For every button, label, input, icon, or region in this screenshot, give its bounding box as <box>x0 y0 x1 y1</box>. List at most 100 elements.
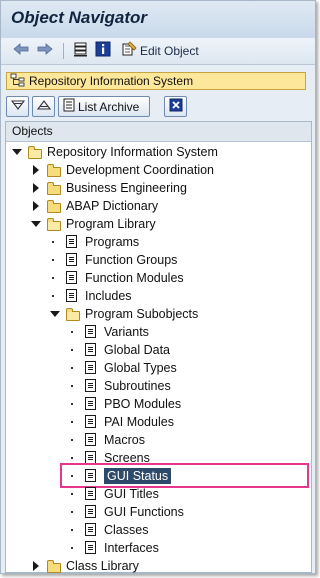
folder-icon <box>47 560 61 573</box>
navigator-button-row: List Archive <box>6 96 187 118</box>
tree-bullet <box>71 367 73 369</box>
collapse-node-icon[interactable] <box>50 311 60 317</box>
expand-all-button[interactable] <box>6 96 29 117</box>
close-button[interactable] <box>164 96 187 117</box>
stack-icon <box>73 41 89 62</box>
tree-node[interactable]: PAI Modules <box>6 413 311 431</box>
tree-node-label: Program Subobjects <box>85 307 199 321</box>
tree-node-label: Interfaces <box>104 541 159 555</box>
expand-node-icon[interactable] <box>33 561 39 571</box>
collapse-subtree-icon <box>36 99 51 114</box>
tree-bullet <box>52 277 54 279</box>
tree-bullet <box>52 241 54 243</box>
info-button[interactable] <box>95 41 111 62</box>
expand-node-icon[interactable] <box>33 201 39 211</box>
tree-bullet <box>71 457 73 459</box>
tree-bullet <box>71 493 73 495</box>
tree-node-label: Subroutines <box>104 379 171 393</box>
arrow-right-icon <box>37 42 53 61</box>
tree-node[interactable]: GUI Functions <box>6 503 311 521</box>
collapse-node-icon[interactable] <box>31 221 41 227</box>
expand-subtree-icon <box>10 99 25 114</box>
list-archive-label: List Archive <box>78 99 140 114</box>
tree-node[interactable]: Global Types <box>6 359 311 377</box>
tree-node[interactable]: PBO Modules <box>6 395 311 413</box>
tree-node-label: Variants <box>104 325 149 339</box>
tree-bullet <box>52 259 54 261</box>
object-navigator-window: Object Navigator Edit Object Repository … <box>0 0 316 574</box>
tree-node[interactable]: Variants <box>6 323 311 341</box>
expand-node-icon[interactable] <box>33 165 39 175</box>
edit-object-label: Edit Object <box>140 44 199 58</box>
tree-node-label: PBO Modules <box>104 397 182 411</box>
tree-bullet <box>71 547 73 549</box>
folder-open-icon <box>28 146 42 159</box>
tree-node[interactable]: Program Subobjects <box>6 305 311 323</box>
close-icon <box>169 98 183 115</box>
tree-node[interactable]: Interfaces <box>6 539 311 557</box>
tree-node[interactable]: Repository Information System <box>6 143 311 161</box>
tree-node-label: Programs <box>85 235 140 249</box>
tree-node[interactable]: GUI Titles <box>6 485 311 503</box>
document-icon <box>85 397 96 410</box>
tree-node[interactable]: Program Library <box>6 215 311 233</box>
window-title: Object Navigator <box>11 8 148 27</box>
list-archive-button[interactable]: List Archive <box>58 96 150 117</box>
document-icon <box>85 541 96 554</box>
tree-node[interactable]: Macros <box>6 431 311 449</box>
hierarchy-button[interactable] <box>73 42 89 60</box>
tree-bullet <box>71 403 73 405</box>
tree-node-label: Business Engineering <box>66 181 187 195</box>
tree-node-label: Class Library <box>66 559 139 573</box>
edit-object-button[interactable]: Edit Object <box>121 40 199 62</box>
document-icon <box>85 433 96 446</box>
collapse-node-icon[interactable] <box>12 149 22 155</box>
document-icon <box>85 415 96 428</box>
edit-object-icon <box>121 40 137 62</box>
folder-open-icon <box>47 218 61 231</box>
tree-node[interactable]: Development Coordination <box>6 161 311 179</box>
tree-column-header: Objects <box>6 122 311 142</box>
tree-node[interactable]: Programs <box>6 233 311 251</box>
tree-node-label: PAI Modules <box>104 415 174 429</box>
tree-bullet <box>71 511 73 513</box>
repository-info-system-label: Repository Information System <box>29 74 194 88</box>
info-icon <box>95 41 111 62</box>
folder-icon <box>47 200 61 213</box>
tree-node-label: Function Groups <box>85 253 178 267</box>
folder-open-icon <box>66 308 80 321</box>
tree-node[interactable]: Includes <box>6 287 311 305</box>
tree-node[interactable]: Classes <box>6 521 311 539</box>
tree-node[interactable]: Business Engineering <box>6 179 311 197</box>
document-icon <box>85 487 96 500</box>
document-icon <box>85 379 96 392</box>
expand-node-icon[interactable] <box>33 183 39 193</box>
document-icon <box>85 343 96 356</box>
tree-bullet <box>71 331 73 333</box>
tree-node[interactable]: Subroutines <box>6 377 311 395</box>
tree-node[interactable]: Function Groups <box>6 251 311 269</box>
tree-node[interactable]: ABAP Dictionary <box>6 197 311 215</box>
back-button[interactable] <box>13 42 29 60</box>
tree-node-label: GUI Titles <box>104 487 159 501</box>
tree-bullet <box>71 349 73 351</box>
application-toolbar: Edit Object <box>1 38 315 65</box>
tree-node-label: Global Types <box>104 361 177 375</box>
tree-node[interactable]: Global Data <box>6 341 311 359</box>
navigator-content: Repository Information System List Archi… <box>1 65 315 573</box>
tree-bullet <box>71 385 73 387</box>
document-icon <box>66 253 77 266</box>
tree-bullet <box>71 439 73 441</box>
repository-info-system-bar[interactable]: Repository Information System <box>6 72 306 90</box>
list-document-icon <box>63 98 75 115</box>
tree-node-label: Repository Information System <box>47 145 218 159</box>
forward-button[interactable] <box>37 42 53 60</box>
tree-bullet <box>71 421 73 423</box>
tree-bullet <box>71 529 73 531</box>
tree-node[interactable]: Function Modules <box>6 269 311 287</box>
document-icon <box>85 505 96 518</box>
tree-node[interactable]: Class Library <box>6 557 311 573</box>
object-tree: Objects Repository Information System Dev… <box>5 121 312 573</box>
folder-icon <box>47 164 61 177</box>
collapse-all-button[interactable] <box>32 96 55 117</box>
